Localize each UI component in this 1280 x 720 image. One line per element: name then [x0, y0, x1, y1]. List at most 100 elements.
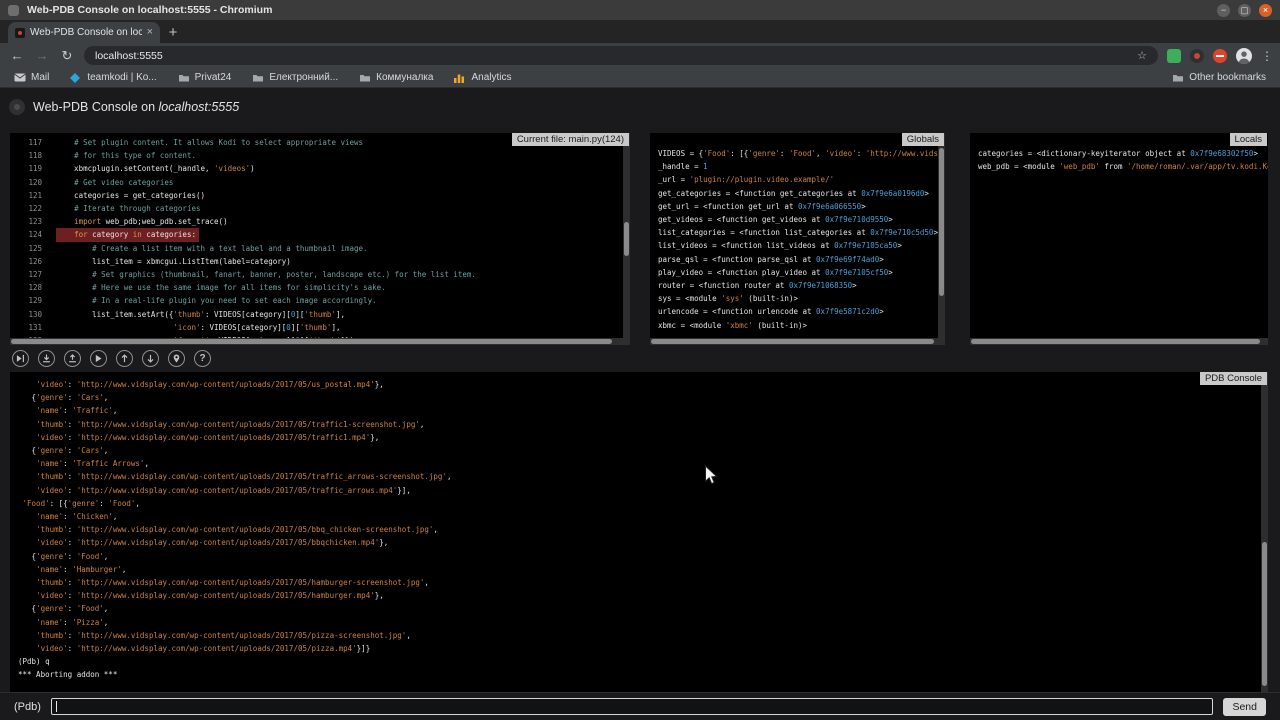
- extension-icon-2[interactable]: [1190, 49, 1204, 63]
- browser-tab[interactable]: Web-PDB Console on loca ×: [8, 22, 160, 43]
- bookmark-item-analytics[interactable]: Analytics: [454, 72, 511, 83]
- vertical-scrollbar[interactable]: [1261, 372, 1268, 692]
- other-bookmarks-button[interactable]: Other bookmarks: [1172, 72, 1266, 83]
- continue-button[interactable]: [90, 350, 107, 367]
- console-line: (Pdb) q: [18, 655, 1268, 668]
- variable-line: categories = <dictionary-keyiterator obj…: [978, 147, 1268, 160]
- code-line: 119 xbmcplugin.setContent(_handle, 'vide…: [18, 162, 630, 175]
- send-button[interactable]: Send: [1223, 698, 1266, 716]
- tab-title: Web-PDB Console on loca: [30, 27, 142, 38]
- profile-avatar[interactable]: [1236, 48, 1252, 64]
- url-text: localhost:5555: [95, 50, 1129, 62]
- line-number: 131: [18, 321, 42, 334]
- analytics-icon: [454, 72, 466, 83]
- code-line: 120 # Get video categories: [18, 176, 630, 189]
- web-pdb-logo-icon: [9, 99, 25, 115]
- console-line: 'name': 'Traffic Arrows',: [18, 457, 1268, 470]
- next-button[interactable]: [12, 350, 29, 367]
- vertical-scrollbar[interactable]: [938, 133, 945, 345]
- pdb-command-input[interactable]: [51, 698, 1214, 715]
- bookmark-folder-privat24[interactable]: Privat24: [178, 72, 232, 83]
- line-number: 130: [18, 308, 42, 321]
- code-line: 131 'icon': VIDEOS[category][0]['thumb']…: [18, 321, 630, 334]
- line-number: 127: [18, 268, 42, 281]
- bookmark-folder-electronic[interactable]: Електронний...: [252, 72, 338, 83]
- top-panels-row: Current file: main.py(124) 117 # Set plu…: [10, 133, 1268, 345]
- code-line: 126 list_item = xbmcgui.ListItem(label=c…: [18, 255, 630, 268]
- line-number: 128: [18, 281, 42, 294]
- step-out-button[interactable]: [64, 350, 81, 367]
- tab-close-icon[interactable]: ×: [147, 27, 153, 38]
- variable-line: _handle = 1: [658, 160, 945, 173]
- page-title: Web-PDB Console on localhost:5555: [33, 100, 239, 114]
- tab-favicon: [15, 28, 25, 38]
- console-line: 'thumb': 'http://www.vidsplay.com/wp-con…: [18, 523, 1268, 536]
- current-file-tab: Current file: main.py(124): [512, 133, 629, 146]
- console-line: 'video': 'http://www.vidsplay.com/wp-con…: [18, 642, 1268, 655]
- line-number: 124: [18, 228, 42, 241]
- mail-icon: [14, 72, 26, 83]
- where-button[interactable]: [168, 350, 185, 367]
- next-icon: [16, 354, 25, 363]
- prompt-row: (Pdb) Send: [0, 692, 1280, 720]
- console-output: 'video': 'http://www.vidsplay.com/wp-con…: [10, 372, 1268, 692]
- code-line: 125 # Create a list item with a text lab…: [18, 242, 630, 255]
- code-line: 130 list_item.setArt({'thumb': VIDEOS[ca…: [18, 308, 630, 321]
- map-marker-icon: [172, 354, 181, 363]
- reload-icon[interactable]: ↻: [59, 48, 75, 64]
- console-line: 'thumb': 'http://www.vidsplay.com/wp-con…: [18, 629, 1268, 642]
- web-pdb-page: Web-PDB Console on localhost:5555 Curren…: [0, 88, 1280, 720]
- bookmark-folder-kommunalka[interactable]: Коммуналка: [359, 72, 433, 83]
- text-caret: [56, 701, 57, 712]
- person-icon: [1236, 48, 1252, 64]
- back-icon[interactable]: ←: [9, 48, 25, 63]
- console-line: 'video': 'http://www.vidsplay.com/wp-con…: [18, 484, 1268, 497]
- address-bar[interactable]: localhost:5555 ☆: [84, 46, 1158, 65]
- window-titlebar: Web-PDB Console on localhost:5555 - Chro…: [0, 0, 1280, 20]
- window-maximize-button[interactable]: ▢: [1238, 4, 1251, 17]
- extension-icon-3[interactable]: [1213, 49, 1227, 63]
- console-line: 'name': 'Traffic',: [18, 404, 1268, 417]
- bookmark-item-teamkodi[interactable]: teamkodi | Ko...: [70, 72, 156, 83]
- variable-line: _url = 'plugin://plugin.video.example/': [658, 173, 945, 186]
- line-number: 121: [18, 189, 42, 202]
- browser-menu-icon[interactable]: ⋮: [1261, 49, 1271, 63]
- variable-line: xbmc = <module 'xbmc' (built-in)>: [658, 319, 945, 332]
- bookmark-label: teamkodi | Ko...: [87, 72, 156, 83]
- browser-toolbar: ← → ↻ localhost:5555 ☆ ⋮: [0, 43, 1280, 68]
- variable-line: get_categories = <function get_categorie…: [658, 187, 945, 200]
- horizontal-scrollbar[interactable]: [650, 338, 945, 345]
- bookmark-label: Коммуналка: [376, 72, 433, 83]
- step-into-button[interactable]: [38, 350, 55, 367]
- vertical-scrollbar[interactable]: [623, 133, 630, 345]
- help-button[interactable]: ?: [194, 350, 211, 367]
- bookmark-label: Analytics: [471, 72, 511, 83]
- bookmark-label: Privat24: [195, 72, 232, 83]
- horizontal-scrollbar[interactable]: [10, 338, 630, 345]
- line-number: 117: [18, 136, 42, 149]
- folder-icon: [178, 72, 190, 83]
- locals-tab: Locals: [1230, 133, 1267, 146]
- variable-line: web_pdb = <module 'web_pdb' from '/home/…: [978, 160, 1268, 173]
- console-line: 'thumb': 'http://www.vidsplay.com/wp-con…: [18, 576, 1268, 589]
- globals-listing: VIDEOS = {'Food': [{'genre': 'Food', 'vi…: [650, 133, 945, 345]
- horizontal-scrollbar[interactable]: [970, 338, 1268, 345]
- code-line: 118 # for this type of content.: [18, 149, 630, 162]
- bookmarks-bar: Mail teamkodi | Ko... Privat24 Електронн…: [0, 68, 1280, 88]
- window-title: Web-PDB Console on localhost:5555 - Chro…: [27, 4, 272, 16]
- bookmark-star-icon[interactable]: ☆: [1137, 49, 1147, 62]
- new-tab-button[interactable]: +: [160, 23, 186, 43]
- window-close-button[interactable]: ×: [1259, 4, 1272, 17]
- extension-icon-1[interactable]: [1167, 49, 1181, 63]
- variable-line: list_categories = <function list_categor…: [658, 226, 945, 239]
- variable-line: get_videos = <function get_videos at 0x7…: [658, 213, 945, 226]
- up-button[interactable]: [116, 350, 133, 367]
- down-button[interactable]: [142, 350, 159, 367]
- variable-line: urlencode = <function urlencode at 0x7f9…: [658, 305, 945, 318]
- console-line: 'name': 'Hamburger',: [18, 563, 1268, 576]
- variable-line: list_videos = <function list_videos at 0…: [658, 239, 945, 252]
- forward-icon[interactable]: →: [34, 48, 50, 63]
- line-number: 122: [18, 202, 42, 215]
- bookmark-item-mail[interactable]: Mail: [14, 72, 49, 83]
- window-minimize-button[interactable]: −: [1217, 4, 1230, 17]
